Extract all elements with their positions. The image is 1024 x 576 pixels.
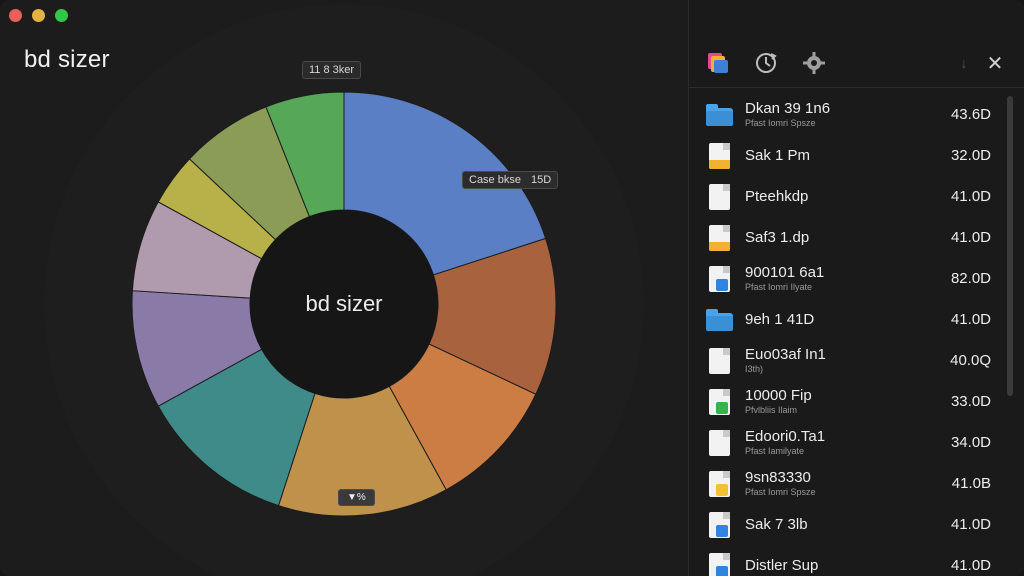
file-list-item[interactable]: 10000 Fip Pfvlbliis Ilaim 33.0D — [689, 381, 1024, 422]
file-list-item[interactable]: 9eh 1 41D 41.0D — [689, 299, 1024, 340]
file-name: Pteehkdp — [745, 188, 809, 205]
file-list-item[interactable]: Sak 7 3lb 41.0D — [689, 504, 1024, 545]
file-icon — [705, 470, 733, 498]
file-size: 41.0B — [951, 475, 991, 492]
file-list: Dkan 39 1n6 Pfast Iomri Spsze 43.6D Sak 1 P… — [689, 94, 1024, 576]
file-list-item[interactable]: Euo03af In1 I3th) 40.0Q — [689, 340, 1024, 381]
file-names: 900101 6a1 Pfast Iomri Ilyate — [745, 264, 935, 293]
files-icon — [708, 53, 728, 73]
file-name: Edoori0.Ta1 — [745, 428, 826, 445]
settings-button[interactable] — [801, 50, 827, 76]
file-icon — [705, 265, 733, 293]
file-name: 9sn83330 — [745, 469, 811, 486]
file-size: 82.0D — [950, 270, 991, 287]
file-name: 9eh 1 41D — [745, 311, 815, 328]
file-names: Sak 7 3lb — [745, 516, 935, 533]
app-title: bd sizer — [24, 46, 110, 73]
chart-center-label[interactable]: bd sizer — [250, 210, 438, 398]
file-names: 10000 Fip Pfvlbliis Ilaim — [745, 387, 935, 416]
file-size: 43.6D — [950, 106, 991, 123]
file-list-item[interactable]: Edoori0.Ta1 Pfast Iamilyate 34.0D — [689, 422, 1024, 463]
file-size: 41.0D — [950, 311, 991, 328]
disk-usage-chart: 11 8 3ker Case bkse 15D ▼% bd sizer — [0, 0, 690, 576]
file-name: Saf3 1.dp — [745, 229, 810, 246]
file-icon — [705, 183, 733, 211]
chart-tooltip-value: 15D — [530, 174, 552, 186]
file-icon — [705, 388, 733, 416]
file-list-item[interactable]: Pteehkdp 41.0D — [689, 176, 1024, 217]
file-name: 900101 6a1 — [745, 264, 825, 281]
chart-tooltip-bottom: ▼% — [338, 489, 375, 506]
gear-icon — [803, 52, 825, 74]
file-size: 32.0D — [950, 147, 991, 164]
file-icon — [705, 142, 733, 170]
file-names: 9sn83330 Pfast Iomri Spsze — [745, 469, 935, 498]
file-name: Sak 1 Pm — [745, 147, 811, 164]
file-list-item[interactable]: 900101 6a1 Pfast Iomri Ilyate 82.0D — [689, 258, 1024, 299]
file-subtitle: Pfast Iomri Ilyate — [745, 282, 813, 292]
chart-tooltip-segment: Case bkse 15D — [462, 171, 559, 189]
file-list-item[interactable]: Saf3 1.dp 41.0D — [689, 217, 1024, 258]
file-names: Dkan 39 1n6 Pfast Iomri Spsze — [745, 100, 935, 129]
file-icon — [705, 224, 733, 252]
app-window: 11 8 3ker Case bkse 15D ▼% bd sizer bd s… — [0, 0, 1024, 576]
file-list-scrollbar[interactable] — [1007, 96, 1013, 396]
file-size: 41.0D — [950, 557, 991, 574]
rescan-button[interactable] — [753, 50, 779, 76]
file-name: Distler Sup — [745, 557, 819, 574]
file-size: 41.0D — [950, 516, 991, 533]
file-name: 10000 Fip — [745, 387, 812, 404]
close-panel-button[interactable]: ✕ — [982, 50, 1008, 76]
file-subtitle: Pfvlbliis Ilaim — [745, 405, 798, 415]
file-icon — [705, 552, 733, 576]
file-size: 41.0D — [950, 188, 991, 205]
file-name: Dkan 39 1n6 — [745, 100, 831, 117]
file-names: Sak 1 Pm — [745, 147, 935, 164]
file-list-item[interactable]: Sak 1 Pm 32.0D — [689, 135, 1024, 176]
file-icon — [705, 511, 733, 539]
panel-toolbar: ↓ ✕ — [689, 40, 1024, 88]
file-names: Distler Sup — [745, 557, 935, 574]
chart-tooltip-label: Case bkse — [469, 174, 521, 186]
chevron-down-icon[interactable]: ↓ — [951, 50, 977, 76]
file-icon — [705, 347, 733, 375]
file-names: 9eh 1 41D — [745, 311, 935, 328]
file-names: Edoori0.Ta1 Pfast Iamilyate — [745, 428, 935, 457]
refresh-icon — [756, 53, 777, 73]
file-names: Euo03af In1 I3th) — [745, 346, 935, 375]
file-size: 33.0D — [950, 393, 991, 410]
file-size: 40.0Q — [950, 352, 991, 369]
file-name: Sak 7 3lb — [745, 516, 808, 533]
file-list-item[interactable]: 9sn83330 Pfast Iomri Spsze 41.0B — [689, 463, 1024, 504]
file-subtitle: I3th) — [745, 364, 764, 374]
files-view-button[interactable] — [705, 50, 731, 76]
chart-tooltip-top: 11 8 3ker — [302, 61, 362, 79]
file-size: 34.0D — [950, 434, 991, 451]
file-list-item[interactable]: Distler Sup 41.0D — [689, 545, 1024, 576]
file-names: Saf3 1.dp — [745, 229, 935, 246]
file-size: 41.0D — [950, 229, 991, 246]
file-names: Pteehkdp — [745, 188, 935, 205]
file-list-item[interactable]: Dkan 39 1n6 Pfast Iomri Spsze 43.6D — [689, 94, 1024, 135]
file-subtitle: Pfast Iamilyate — [745, 446, 805, 456]
file-subtitle: Pfast Iomri Spsze — [745, 118, 816, 128]
file-subtitle: Pfast Iomri Spsze — [745, 487, 816, 497]
file-icon — [705, 429, 733, 457]
folder-icon — [705, 306, 733, 334]
file-name: Euo03af In1 — [745, 346, 826, 363]
file-list-panel: ↓ ✕ Dkan 39 1n6 Pfast Iomri Spsze 43.6D Sak… — [688, 0, 1024, 576]
folder-icon — [705, 101, 733, 129]
